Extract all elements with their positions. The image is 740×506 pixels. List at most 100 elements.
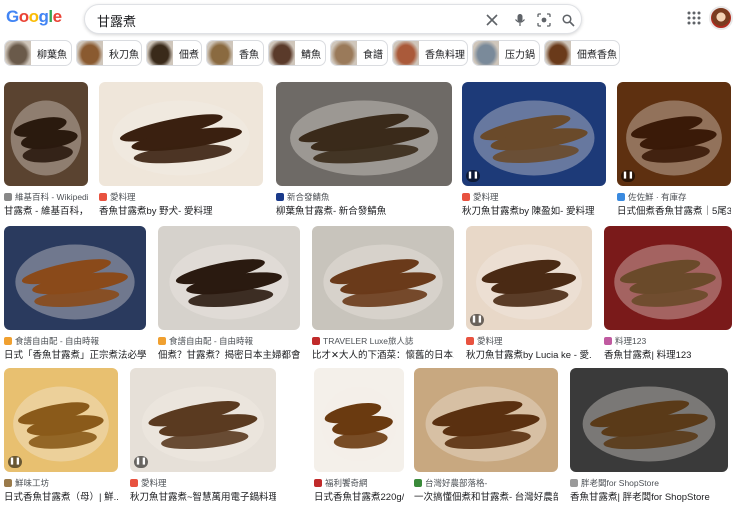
- image-result-card[interactable]: 福利饗奇網 日式香魚甘露煮220g/包: [314, 368, 404, 504]
- related-chip[interactable]: 香魚: [206, 40, 264, 66]
- result-source-name: 愛料理: [110, 192, 136, 202]
- chip-thumbnail: [5, 41, 31, 65]
- result-source[interactable]: 新合發鯖魚: [276, 191, 452, 203]
- image-result-card[interactable]: 維基百科 - Wikipedia 甘露煮 - 維基百科，...: [4, 82, 88, 218]
- lens-icon[interactable]: [535, 11, 553, 29]
- related-chip[interactable]: 佃煮香魚: [544, 40, 620, 66]
- result-thumbnail[interactable]: [158, 226, 300, 330]
- chip-thumbnail: [269, 41, 295, 65]
- chip-thumbnail: [77, 41, 103, 65]
- result-thumbnail[interactable]: [276, 82, 452, 186]
- related-chip[interactable]: 鯖魚: [268, 40, 326, 66]
- related-chip[interactable]: 香魚料理: [392, 40, 468, 66]
- related-chip[interactable]: 秋刀魚: [76, 40, 142, 66]
- chip-thumbnail: [473, 41, 499, 65]
- result-source-name: 愛料理: [473, 192, 499, 202]
- image-result-card[interactable]: 食譜自由配 - 自由時報 日式「香魚甘露煮」正宗煮法必學...: [4, 226, 146, 362]
- image-result-card[interactable]: TRAVELER Luxe旅人誌 比才✕大人的下酒菜：懷舊的日本...: [312, 226, 454, 362]
- result-source[interactable]: 料理123: [604, 335, 732, 347]
- result-source[interactable]: 愛料理: [130, 477, 276, 489]
- image-result-card[interactable]: 胖老闆for ShopStore 香魚甘露煮| 胖老闆for ShopStore: [570, 368, 728, 504]
- apps-grid-icon[interactable]: [686, 10, 702, 26]
- result-title[interactable]: 比才✕大人的下酒菜：懷舊的日本...: [312, 347, 454, 361]
- google-logo[interactable]: Google: [6, 7, 62, 27]
- image-result-card[interactable]: 食譜自由配 - 自由時報 佃煮？甘露煮？揭密日本主婦都會...: [158, 226, 300, 362]
- image-result-card[interactable]: 新合發鯖魚 柳葉魚甘露煮- 新合發鯖魚: [276, 82, 452, 218]
- result-thumbnail[interactable]: [99, 82, 263, 186]
- result-thumbnail[interactable]: [4, 82, 88, 186]
- result-title[interactable]: 甘露煮 - 維基百科，...: [4, 203, 88, 217]
- result-source[interactable]: 佐佐鮮 · 有庫存: [617, 191, 731, 203]
- logo-letter: o: [18, 7, 29, 26]
- result-title[interactable]: 秋刀魚甘露煮by Lucia ke - 愛...: [466, 347, 592, 361]
- result-source[interactable]: 鮮味工坊: [4, 477, 118, 489]
- result-thumbnail[interactable]: [570, 368, 728, 472]
- related-chip[interactable]: 食譜: [330, 40, 388, 66]
- site-favicon-icon: [414, 479, 422, 487]
- image-result-card[interactable]: 愛料理 香魚甘露煮by 野犬- 愛料理: [99, 82, 263, 218]
- result-title[interactable]: 日式佃煮香魚甘露煮｜5尾3...: [617, 203, 731, 217]
- result-source[interactable]: 食譜自由配 - 自由時報: [4, 335, 146, 347]
- image-result-card[interactable]: ❚❚ 愛料理 秋刀魚甘露煮by Lucia ke - 愛...: [466, 226, 592, 362]
- clear-icon[interactable]: [483, 11, 501, 29]
- result-source-name: 食譜自由配 - 自由時報: [169, 336, 254, 346]
- image-result-card[interactable]: ❚❚ 佐佐鮮 · 有庫存 日式佃煮香魚甘露煮｜5尾3...: [617, 82, 731, 218]
- account-avatar[interactable]: [709, 6, 733, 30]
- result-title[interactable]: 佃煮？甘露煮？揭密日本主婦都會...: [158, 347, 300, 361]
- result-source-name: 料理123: [615, 336, 647, 346]
- result-thumbnail[interactable]: [312, 226, 454, 330]
- search-box[interactable]: [84, 4, 582, 34]
- result-thumbnail[interactable]: [4, 368, 118, 472]
- result-source[interactable]: 愛料理: [466, 335, 592, 347]
- result-title[interactable]: 一次搞懂佃煮和甘露煮- 台灣好農部...: [414, 489, 558, 503]
- image-result-card[interactable]: ❚❚ 愛料理 秋刀魚甘露煮by 陳盈如- 愛料理: [462, 82, 606, 218]
- result-source[interactable]: 台灣好農部落格-: [414, 477, 558, 489]
- result-title[interactable]: 香魚甘露煮| 胖老闆for ShopStore: [570, 489, 728, 503]
- site-favicon-icon: [570, 479, 578, 487]
- image-result-card[interactable]: ❚❚ 鮮味工坊 日式香魚甘露煮（母）| 鮮...: [4, 368, 118, 504]
- related-chip[interactable]: 佃煮: [146, 40, 202, 66]
- result-title[interactable]: 日式香魚甘露煮220g/包: [314, 489, 404, 503]
- result-title[interactable]: 香魚甘露煮by 野犬- 愛料理: [99, 203, 263, 217]
- microphone-icon[interactable]: [511, 11, 529, 29]
- image-result-card[interactable]: ❚❚ 愛料理 秋刀魚甘露煮~智慧萬用電子鍋料理...: [130, 368, 276, 504]
- header: Google: [0, 0, 740, 38]
- result-source[interactable]: 維基百科 - Wikipedia: [4, 191, 88, 203]
- result-thumbnail[interactable]: [130, 368, 276, 472]
- result-source[interactable]: 愛料理: [462, 191, 606, 203]
- chip-thumbnail: [331, 41, 357, 65]
- result-thumbnail[interactable]: [314, 368, 404, 472]
- result-title[interactable]: 柳葉魚甘露煮- 新合發鯖魚: [276, 203, 452, 217]
- result-thumbnail[interactable]: [4, 226, 146, 330]
- result-thumbnail[interactable]: [466, 226, 592, 330]
- logo-letter: e: [52, 7, 62, 26]
- related-chip[interactable]: 压力鍋: [472, 40, 540, 66]
- result-title[interactable]: 日式「香魚甘露煮」正宗煮法必學...: [4, 347, 146, 361]
- result-source[interactable]: 愛料理: [99, 191, 263, 203]
- result-source[interactable]: 胖老闆for ShopStore: [570, 477, 728, 489]
- site-favicon-icon: [466, 337, 474, 345]
- result-title[interactable]: 日式香魚甘露煮（母）| 鮮...: [4, 489, 118, 503]
- result-source-name: 食譜自由配 - 自由時報: [15, 336, 100, 346]
- image-result-card[interactable]: 台灣好農部落格- 一次搞懂佃煮和甘露煮- 台灣好農部...: [414, 368, 558, 504]
- result-source[interactable]: 食譜自由配 - 自由時報: [158, 335, 300, 347]
- search-input[interactable]: [97, 11, 477, 29]
- result-thumbnail[interactable]: [414, 368, 558, 472]
- result-title[interactable]: 香魚甘露煮| 料理123: [604, 347, 732, 361]
- image-result-card[interactable]: 料理123 香魚甘露煮| 料理123: [604, 226, 732, 362]
- result-title[interactable]: 秋刀魚甘露煮by 陳盈如- 愛料理: [462, 203, 606, 217]
- result-thumbnail[interactable]: [604, 226, 732, 330]
- site-favicon-icon: [312, 337, 320, 345]
- result-thumbnail[interactable]: [462, 82, 606, 186]
- related-chip[interactable]: 柳葉魚: [4, 40, 72, 66]
- result-source-name: 佐佐鮮 · 有庫存: [628, 192, 687, 202]
- search-icon[interactable]: [559, 11, 577, 29]
- site-favicon-icon: [276, 193, 284, 201]
- result-source[interactable]: 福利饗奇網: [314, 477, 404, 489]
- result-thumbnail[interactable]: [617, 82, 731, 186]
- result-source-name: 維基百科 - Wikipedia: [15, 192, 88, 202]
- result-title[interactable]: 秋刀魚甘露煮~智慧萬用電子鍋料理...: [130, 489, 276, 503]
- result-source[interactable]: TRAVELER Luxe旅人誌: [312, 335, 454, 347]
- result-source-name: 愛料理: [477, 336, 503, 346]
- site-favicon-icon: [4, 479, 12, 487]
